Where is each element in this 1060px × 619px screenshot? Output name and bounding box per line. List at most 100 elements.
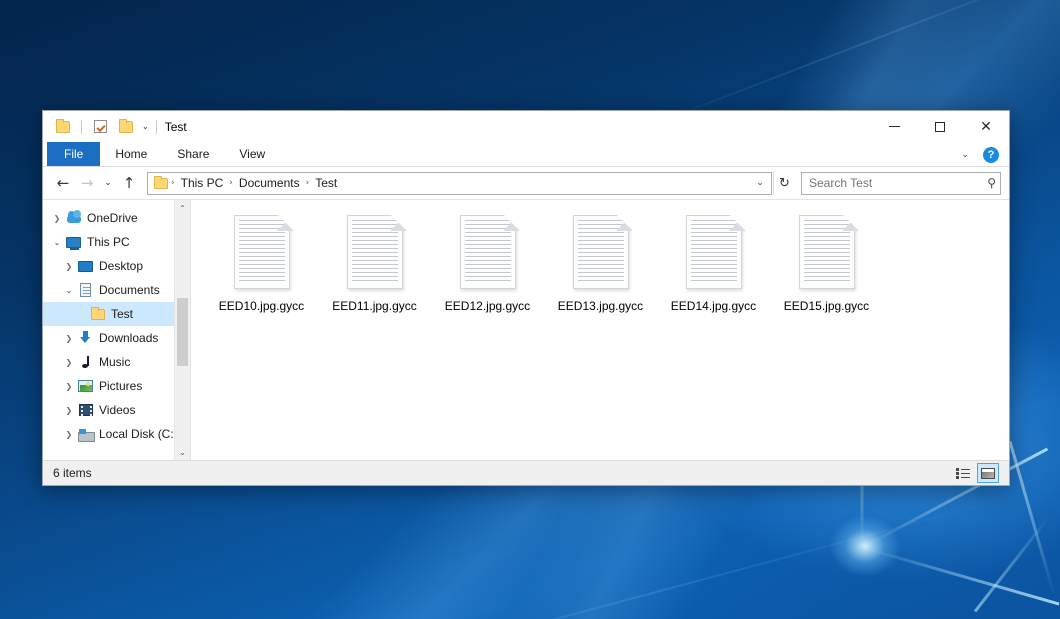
close-button[interactable]: ✕ bbox=[963, 111, 1009, 142]
file-name: EED11.jpg.gycc bbox=[332, 299, 417, 314]
window-title: Test bbox=[165, 120, 187, 134]
details-view-icon bbox=[956, 468, 970, 479]
document-icon bbox=[570, 215, 632, 293]
quick-access-toolbar: ⌄ bbox=[43, 111, 150, 142]
sidebar-item-label: OneDrive bbox=[87, 211, 138, 225]
chevron-right-icon[interactable]: ❯ bbox=[61, 430, 77, 439]
tab-share[interactable]: Share bbox=[162, 142, 224, 166]
window-body: ❯ OneDrive ⌄ This PC ❯ Desktop ⌄ bbox=[43, 199, 1009, 460]
document-icon bbox=[683, 215, 745, 293]
minimize-button[interactable] bbox=[871, 111, 917, 142]
file-item[interactable]: EED13.jpg.gycc bbox=[544, 210, 657, 332]
folder-glyph bbox=[56, 121, 70, 133]
search-icon[interactable]: ⚲ bbox=[987, 176, 996, 190]
help-icon[interactable]: ? bbox=[983, 147, 999, 163]
breadcrumb-item-this-pc[interactable]: This PC bbox=[176, 174, 229, 192]
disk-icon bbox=[77, 429, 94, 440]
properties-glyph bbox=[94, 120, 107, 133]
sidebar-item-onedrive[interactable]: ❯ OneDrive bbox=[43, 206, 190, 230]
large-icons-view-icon bbox=[981, 468, 995, 479]
file-item[interactable]: EED11.jpg.gycc bbox=[318, 210, 431, 332]
music-icon bbox=[77, 355, 94, 369]
recent-locations-button[interactable]: ⌄ bbox=[99, 171, 117, 195]
chevron-right-icon[interactable]: ❯ bbox=[61, 334, 77, 343]
tab-file[interactable]: File bbox=[47, 142, 100, 166]
file-list-pane[interactable]: EED10.jpg.gycc EED11.jpg.gycc bbox=[191, 200, 1009, 460]
folder-icon[interactable] bbox=[52, 116, 74, 138]
minimize-icon bbox=[889, 126, 900, 127]
sidebar-item-label: This PC bbox=[87, 235, 130, 249]
sidebar-item-label: Videos bbox=[99, 403, 135, 417]
chevron-down-icon[interactable]: ⌄ bbox=[61, 286, 77, 295]
up-button[interactable]: ↑ bbox=[117, 171, 141, 195]
refresh-icon[interactable]: ↻ bbox=[773, 172, 795, 195]
downloads-icon bbox=[77, 331, 94, 345]
breadcrumb-item-test[interactable]: Test bbox=[310, 174, 342, 192]
new-folder-icon[interactable] bbox=[115, 116, 137, 138]
search-input[interactable] bbox=[809, 176, 987, 190]
file-grid: EED10.jpg.gycc EED11.jpg.gycc bbox=[205, 210, 995, 332]
desktop-wallpaper: ⌄ Test ✕ File Home Share View bbox=[0, 0, 1060, 619]
toolbar-divider bbox=[81, 120, 82, 134]
scrollbar-thumb[interactable] bbox=[177, 298, 188, 366]
sidebar-item-local-disk[interactable]: ❯ Local Disk (C:) bbox=[43, 422, 190, 446]
forward-button: → bbox=[75, 171, 99, 195]
sidebar-item-label: Pictures bbox=[99, 379, 142, 393]
address-bar[interactable]: › This PC › Documents › Test ⌄ bbox=[147, 172, 772, 195]
chevron-right-icon[interactable]: ❯ bbox=[61, 382, 77, 391]
file-item[interactable]: EED15.jpg.gycc bbox=[770, 210, 883, 332]
computer-icon bbox=[65, 237, 82, 248]
sidebar-item-this-pc[interactable]: ⌄ This PC bbox=[43, 230, 190, 254]
file-item[interactable]: EED14.jpg.gycc bbox=[657, 210, 770, 332]
hero-logo-glow bbox=[830, 516, 900, 576]
sidebar-item-videos[interactable]: ❯ Videos bbox=[43, 398, 190, 422]
chevron-down-icon[interactable]: ⌄ bbox=[955, 149, 975, 160]
sidebar-item-label: Downloads bbox=[99, 331, 158, 345]
chevron-down-icon[interactable]: ⌄ bbox=[142, 123, 149, 131]
desktop-icon bbox=[77, 261, 94, 272]
breadcrumb: › This PC › Documents › Test bbox=[153, 174, 751, 192]
file-item[interactable]: EED10.jpg.gycc bbox=[205, 210, 318, 332]
document-icon bbox=[231, 215, 293, 293]
sidebar-item-desktop[interactable]: ❯ Desktop bbox=[43, 254, 190, 278]
title-bar[interactable]: ⌄ Test ✕ bbox=[43, 111, 1009, 142]
cloud-icon bbox=[65, 214, 82, 223]
window-controls: ✕ bbox=[871, 111, 1009, 142]
tab-view[interactable]: View bbox=[224, 142, 280, 166]
file-name: EED12.jpg.gycc bbox=[445, 299, 530, 314]
sidebar-item-label: Local Disk (C:) bbox=[99, 427, 178, 441]
chevron-down-icon[interactable]: ⌄ bbox=[751, 173, 769, 194]
sidebar-item-downloads[interactable]: ❯ Downloads bbox=[43, 326, 190, 350]
address-toolbar: ← → ⌄ ↑ › This PC › Documents › Test ⌄ ↻ bbox=[43, 167, 1009, 199]
hero-logo-ray bbox=[1009, 441, 1056, 596]
chevron-right-icon[interactable]: ❯ bbox=[49, 214, 65, 223]
scrollbar-track[interactable] bbox=[175, 216, 190, 444]
sidebar-item-test[interactable]: Test bbox=[43, 302, 190, 326]
back-button[interactable]: ← bbox=[51, 171, 75, 195]
file-name: EED14.jpg.gycc bbox=[671, 299, 756, 314]
file-name: EED13.jpg.gycc bbox=[558, 299, 643, 314]
ribbon-right-controls: ⌄ ? bbox=[955, 142, 1005, 167]
scroll-up-button[interactable]: ⌃ bbox=[175, 200, 190, 216]
folder-glyph bbox=[119, 121, 133, 133]
file-item[interactable]: EED12.jpg.gycc bbox=[431, 210, 544, 332]
sidebar-item-documents[interactable]: ⌄ Documents bbox=[43, 278, 190, 302]
chevron-down-icon[interactable]: ⌄ bbox=[49, 238, 65, 247]
chevron-right-icon[interactable]: ❯ bbox=[61, 262, 77, 271]
file-name: EED10.jpg.gycc bbox=[219, 299, 304, 314]
sidebar-item-pictures[interactable]: ❯ Pictures bbox=[43, 374, 190, 398]
breadcrumb-item-documents[interactable]: Documents bbox=[234, 174, 305, 192]
maximize-button[interactable] bbox=[917, 111, 963, 142]
large-icons-view-button[interactable] bbox=[977, 463, 999, 483]
maximize-icon bbox=[935, 122, 945, 132]
scroll-down-button[interactable]: ⌄ bbox=[175, 444, 190, 460]
tab-home[interactable]: Home bbox=[100, 142, 162, 166]
search-box[interactable]: ⚲ bbox=[801, 172, 1001, 195]
chevron-right-icon[interactable]: ❯ bbox=[61, 358, 77, 367]
properties-icon[interactable] bbox=[89, 116, 111, 138]
view-toggle-group bbox=[952, 463, 999, 483]
chevron-right-icon[interactable]: ❯ bbox=[61, 406, 77, 415]
sidebar-item-music[interactable]: ❯ Music bbox=[43, 350, 190, 374]
sidebar-scrollbar[interactable]: ⌃ ⌄ bbox=[174, 200, 190, 460]
details-view-button[interactable] bbox=[952, 463, 974, 483]
